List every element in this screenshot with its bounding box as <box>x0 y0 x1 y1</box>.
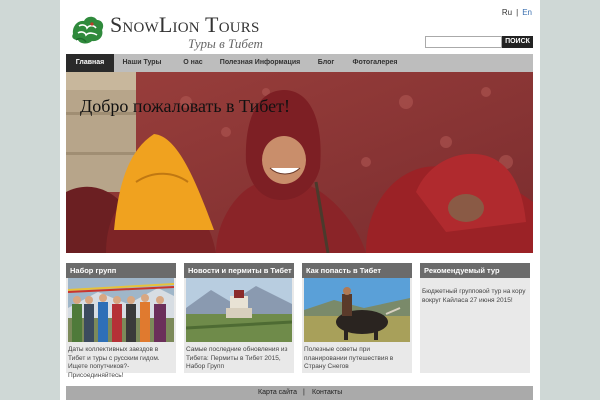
potala-photo[interactable] <box>186 278 292 342</box>
nav-item-info[interactable]: Полезная Информация <box>216 54 304 72</box>
site-logo[interactable]: SnowLion Tours Туры в Тибет <box>70 10 270 51</box>
nav-item-gallery[interactable]: Фотогалерея <box>350 54 400 72</box>
column-heading[interactable]: Набор групп <box>66 263 176 278</box>
search-button[interactable]: ПОИСК <box>502 36 533 48</box>
column-text: Самые последние обновления из Тибета: Пе… <box>186 346 288 370</box>
footer-separator: | <box>303 389 305 396</box>
nav-item-home[interactable]: Главная <box>66 54 114 72</box>
column-text: Бюджетный групповой тур на кору вокруг К… <box>422 288 526 304</box>
snow-lion-icon <box>72 16 104 44</box>
page: SnowLion Tours Туры в Тибет Ru | En ПОИСК … <box>60 0 540 400</box>
footer-contacts-link[interactable]: Контакты <box>312 389 342 396</box>
monastery-landscape-image <box>186 278 292 342</box>
search-input[interactable] <box>425 36 502 48</box>
language-switcher: Ru | En <box>502 8 532 17</box>
column-news-permits[interactable]: Новости и пермиты в Тибет Самые последни… <box>184 263 294 373</box>
hero-title: Добро пожаловать в Тибет! <box>80 96 290 116</box>
column-heading[interactable]: Как попасть в Тибет <box>302 263 412 278</box>
logo-subtitle: Туры в Тибет <box>188 36 263 51</box>
footer: Карта сайта | Контакты <box>66 386 533 400</box>
group-travelers-image <box>68 278 174 342</box>
column-heading[interactable]: Новости и пермиты в Тибет <box>184 263 294 278</box>
logo-title: SnowLion Tours <box>110 12 260 37</box>
nav-item-blog[interactable]: Блог <box>312 54 340 72</box>
yak-photo[interactable] <box>304 278 410 342</box>
lang-ru-link[interactable]: Ru <box>502 8 512 17</box>
column-heading[interactable]: Рекомендуемый тур <box>420 263 530 278</box>
main-nav: Главная Наши Туры О нас Полезная Информа… <box>66 54 533 72</box>
group-photo[interactable] <box>68 278 174 342</box>
column-text: Даты коллективных заездов в Тибет и туры… <box>68 346 160 379</box>
column-group-tours[interactable]: Набор групп Даты коллективных заездов в … <box>66 263 176 379</box>
column-how-to-get[interactable]: Как попасть в Тибет Полезные советы при … <box>302 263 412 373</box>
lang-en-link[interactable]: En <box>522 8 532 17</box>
lang-separator: | <box>516 8 519 17</box>
nav-item-about[interactable]: О нас <box>174 54 212 72</box>
hero-banner: Добро пожаловать в Тибет! <box>66 72 533 253</box>
column-text: Полезные советы при планировании путешес… <box>304 346 394 370</box>
footer-sitemap-link[interactable]: Карта сайта <box>258 389 297 396</box>
column-featured-tour[interactable]: Рекомендуемый тур Бюджетный групповой ту… <box>420 263 530 373</box>
man-on-yak-image <box>304 278 410 342</box>
nav-item-tours[interactable]: Наши Туры <box>118 54 166 72</box>
